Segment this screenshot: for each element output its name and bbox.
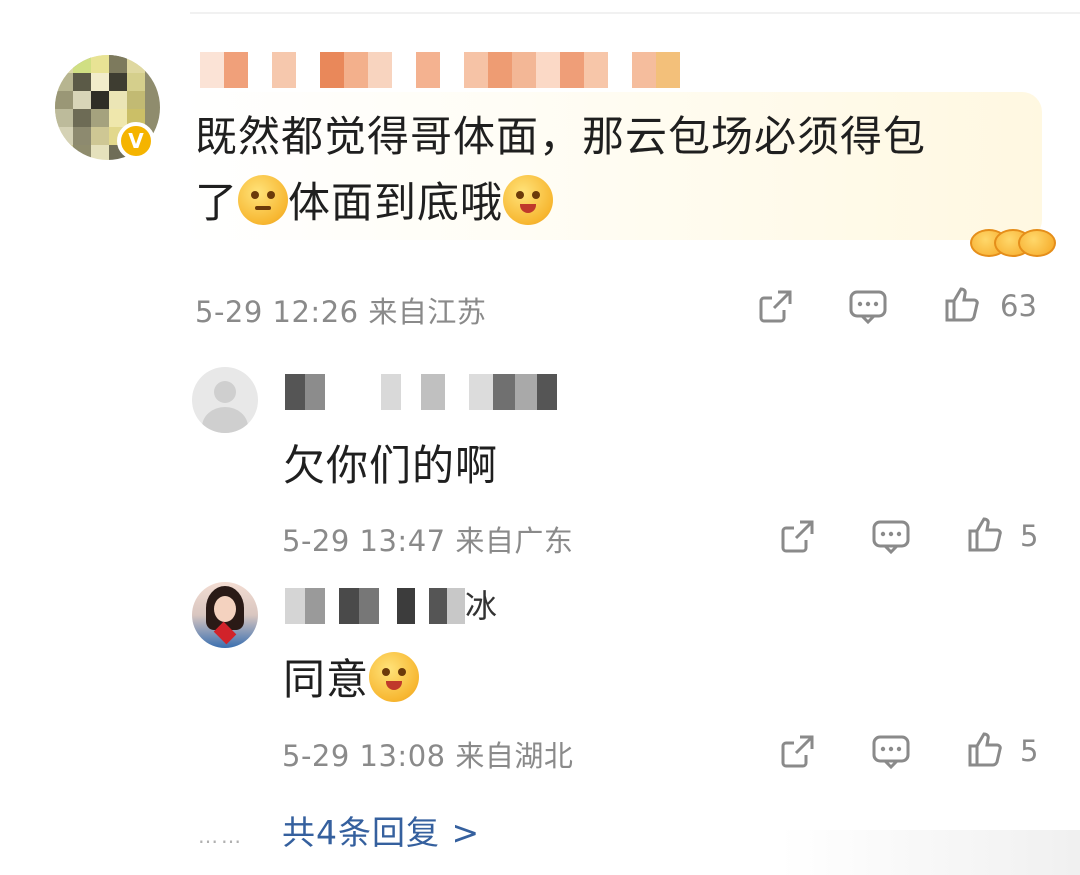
reply1-time: 5-29 13:47 — [282, 524, 446, 558]
main-comment-line2: 了体面到底哦 — [195, 170, 1025, 236]
reply1-like-count: 5 — [1020, 519, 1039, 553]
main-comment-text: 既然都觉得哥体面，那云包场必须得包 了体面到底哦 — [195, 104, 1025, 236]
main-comment-time: 5-29 12:26 — [195, 295, 359, 329]
comment-icon[interactable] — [848, 287, 888, 327]
view-more-replies-link[interactable]: 共4条回复 > — [282, 806, 480, 854]
more-replies-dots: …… — [198, 824, 244, 848]
reply1-text: 欠你们的啊 — [283, 441, 499, 490]
main-comment-line1: 既然都觉得哥体面，那云包场必须得包 — [195, 112, 927, 161]
reply2-username-blurred[interactable]: 冰 — [285, 588, 497, 624]
coins-decoration-icon — [970, 215, 1058, 257]
reply2-text-row: 同意 — [283, 646, 420, 707]
reply2-time: 5-29 13:08 — [282, 739, 446, 773]
main-comment-like-count: 63 — [1000, 289, 1037, 323]
share-icon[interactable] — [778, 516, 818, 556]
reply2-avatar[interactable] — [192, 582, 258, 648]
reply1-meta: 5-29 13:47 来自广东 — [282, 518, 573, 560]
comment-icon[interactable] — [871, 732, 911, 772]
reply2-like-count: 5 — [1020, 734, 1039, 768]
watermark-fade — [780, 830, 1080, 875]
reply2-meta: 5-29 13:08 来自湖北 — [282, 733, 573, 775]
hug-emoji-icon — [503, 175, 554, 225]
main-comment-line2-part-a: 了 — [195, 178, 239, 227]
reply2-username-suffix: 冰 — [465, 587, 498, 625]
like-icon[interactable] — [965, 729, 1005, 769]
verified-v-icon: V — [117, 122, 155, 160]
reply1-avatar-placeholder[interactable] — [192, 367, 258, 433]
comment-icon[interactable] — [871, 517, 911, 557]
main-comment-meta: 5-29 12:26 来自江苏 — [195, 289, 486, 331]
reply1-username-blurred[interactable] — [285, 374, 557, 410]
main-commenter-username-blurred[interactable] — [200, 52, 680, 88]
reply1-location: 来自广东 — [455, 524, 574, 558]
hug-emoji-icon — [369, 652, 420, 702]
share-icon[interactable] — [778, 731, 818, 771]
share-icon[interactable] — [756, 286, 796, 326]
main-comment-line2-part-b: 体面到底哦 — [288, 178, 504, 227]
top-divider — [190, 12, 1080, 14]
like-icon[interactable] — [942, 284, 982, 324]
smirk-emoji-icon — [238, 175, 289, 225]
main-comment-location: 来自江苏 — [368, 295, 487, 329]
like-icon[interactable] — [965, 514, 1005, 554]
reply2-text: 同意 — [283, 655, 370, 704]
reply2-location: 来自湖北 — [455, 739, 574, 773]
